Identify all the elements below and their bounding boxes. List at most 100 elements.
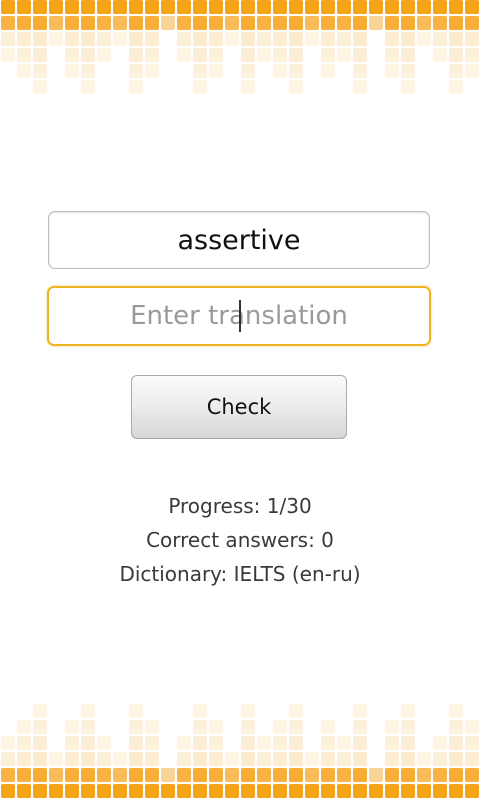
equalizer-cell [81, 704, 95, 718]
equalizer-cell [289, 736, 303, 750]
equalizer-cell [129, 64, 143, 78]
equalizer-cell [241, 752, 255, 766]
equalizer-cell [385, 16, 399, 30]
equalizer-cell [161, 768, 175, 782]
equalizer-cell [353, 80, 367, 94]
equalizer-cell [97, 784, 111, 798]
equalizer-cell [81, 768, 95, 782]
equalizer-cell [17, 16, 31, 30]
equalizer-cell [353, 752, 367, 766]
equalizer-cell [49, 752, 63, 766]
equalizer-cell [289, 752, 303, 766]
equalizer-cell [129, 752, 143, 766]
equalizer-cell [193, 752, 207, 766]
equalizer-cell [129, 768, 143, 782]
equalizer-cell [1, 16, 15, 30]
equalizer-cell [433, 32, 447, 46]
equalizer-cell [17, 720, 31, 734]
equalizer-cell [465, 32, 479, 46]
equalizer-cell [449, 0, 463, 14]
equalizer-cell [129, 704, 143, 718]
equalizer-cell [273, 736, 287, 750]
equalizer-cell [113, 16, 127, 30]
equalizer-cell [129, 16, 143, 30]
equalizer-cell [385, 784, 399, 798]
equalizer-cell [241, 0, 255, 14]
equalizer-cell [177, 768, 191, 782]
equalizer-cell [353, 0, 367, 14]
equalizer-cell [289, 720, 303, 734]
equalizer-cell [449, 720, 463, 734]
equalizer-cell [81, 80, 95, 94]
equalizer-cell [289, 784, 303, 798]
equalizer-cell [113, 784, 127, 798]
equalizer-cell [81, 752, 95, 766]
equalizer-cell [401, 16, 415, 30]
equalizer-cell [401, 720, 415, 734]
equalizer-cell [161, 0, 175, 14]
equalizer-cell [145, 784, 159, 798]
equalizer-cell [289, 64, 303, 78]
equalizer-cell [17, 32, 31, 46]
equalizer-cell [241, 32, 255, 46]
equalizer-cell [273, 0, 287, 14]
equalizer-cell [225, 768, 239, 782]
equalizer-cell [65, 784, 79, 798]
equalizer-cell [145, 752, 159, 766]
equalizer-cell [321, 48, 335, 62]
equalizer-cell [273, 48, 287, 62]
equalizer-cell [33, 736, 47, 750]
equalizer-cell [273, 16, 287, 30]
equalizer-cell [289, 32, 303, 46]
equalizer-cell [81, 16, 95, 30]
equalizer-cell [113, 768, 127, 782]
equalizer-cell [209, 48, 223, 62]
equalizer-cell [33, 752, 47, 766]
equalizer-cell [337, 736, 351, 750]
equalizer-cell [129, 720, 143, 734]
equalizer-cell [417, 768, 431, 782]
equalizer-cell [401, 768, 415, 782]
equalizer-cell [257, 736, 271, 750]
equalizer-cell [129, 784, 143, 798]
equalizer-cell [433, 16, 447, 30]
equalizer-cell [145, 64, 159, 78]
equalizer-cell [241, 64, 255, 78]
equalizer-cell [257, 16, 271, 30]
equalizer-cell [97, 48, 111, 62]
equalizer-cell [273, 32, 287, 46]
equalizer-cell [65, 768, 79, 782]
equalizer-cell [337, 784, 351, 798]
equalizer-cell [193, 80, 207, 94]
equalizer-cell [385, 752, 399, 766]
equalizer-cell [289, 48, 303, 62]
equalizer-cell [97, 0, 111, 14]
equalizer-cell [49, 32, 63, 46]
equalizer-cell [305, 784, 319, 798]
equalizer-cell [225, 32, 239, 46]
equalizer-cell [65, 720, 79, 734]
translation-field[interactable] [47, 286, 431, 346]
equalizer-cell [465, 768, 479, 782]
equalizer-cell [97, 16, 111, 30]
equalizer-cell [145, 0, 159, 14]
equalizer-cell [17, 0, 31, 14]
equalizer-cell [129, 0, 143, 14]
equalizer-cell [129, 48, 143, 62]
equalizer-cell [465, 16, 479, 30]
equalizer-cell [65, 64, 79, 78]
equalizer-cell [193, 768, 207, 782]
equalizer-cell [401, 0, 415, 14]
equalizer-cell [257, 0, 271, 14]
equalizer-cell [129, 32, 143, 46]
check-button[interactable]: Check [131, 375, 347, 439]
equalizer-cell [337, 0, 351, 14]
equalizer-cell [417, 784, 431, 798]
equalizer-cell [385, 32, 399, 46]
equalizer-cell [337, 48, 351, 62]
equalizer-cell [145, 48, 159, 62]
equalizer-cell [193, 48, 207, 62]
equalizer-cell [417, 32, 431, 46]
equalizer-cell [33, 0, 47, 14]
equalizer-cell [257, 784, 271, 798]
